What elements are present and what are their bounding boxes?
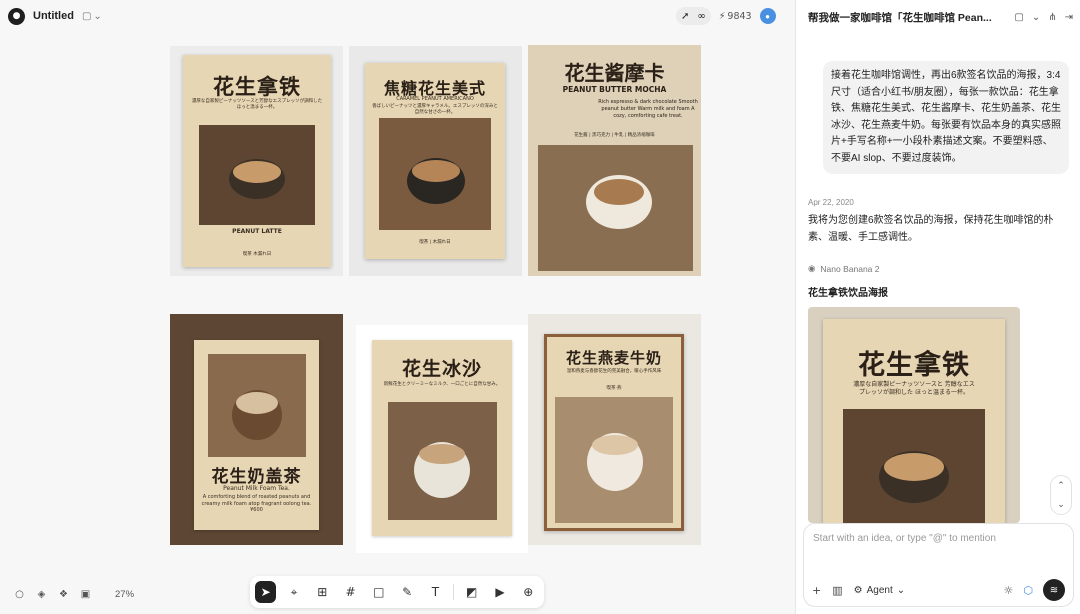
poster-subtitle: CARAMEL PEANUT AMERICANO <box>396 96 474 102</box>
mode-toggle[interactable]: ➚ ∞ <box>676 7 711 25</box>
poster-subtitle: 新鮮花生とクリーミーなミルク、一口ごとに自然な甘み。 <box>383 382 501 387</box>
collapse-panel-icon[interactable]: ⇥ <box>1065 12 1073 23</box>
chevron-up-icon[interactable]: ⌃ <box>1057 481 1065 491</box>
canvas-bottom-left-tools: ○ ◈ ❖ ▣ 27% <box>13 586 134 602</box>
chevron-down-icon[interactable]: ⌄ <box>1057 500 1065 510</box>
poster-title: 花生奶盖茶 <box>211 467 302 487</box>
poster-peanut-butter-mocha[interactable]: 花生酱摩卡 PEANUT BUTTER MOCHA Rich espresso … <box>528 45 701 276</box>
rocket-icon[interactable]: ➚ <box>681 11 689 22</box>
rectangle-icon[interactable]: □ <box>368 581 389 603</box>
toolbar-divider <box>453 584 455 600</box>
poster-peanut-smoothie[interactable]: 花生冰沙 新鮮花生とクリーミーなミルク、一口ごとに自然な甘み。 <box>356 325 528 553</box>
document-title[interactable]: Untitled <box>33 10 74 22</box>
plus-icon[interactable]: + <box>812 584 821 597</box>
message-date: Apr 22, 2020 <box>808 198 854 207</box>
image-upload-icon[interactable]: ⊞ <box>312 581 333 603</box>
document-menu-button[interactable]: ▢ ⌄ <box>82 11 102 22</box>
poster-description: 香ばしいピーナッツと濃厚キャラメル。エスプレッソの深みと自然な甘さの一杯。 <box>372 104 498 115</box>
topbar-right: ➚ ∞ ⚡ 9843 ● <box>676 7 776 25</box>
chat-composer: Start with an idea, or type "@" to menti… <box>803 523 1074 607</box>
poster-subtitle: 濃厚な自家製ピーナッツソースと芳醇なエスプレッソが調和した ほっと温まる一杯。 <box>191 99 323 110</box>
frame-hash-icon[interactable]: # <box>340 581 361 603</box>
voice-send-icon[interactable]: ≋ <box>1043 579 1065 601</box>
poster-footer: 花生酱 | 黑巧克力 | 牛乳 | 精品浓缩咖啡 <box>574 133 655 138</box>
poster-subtitle: Peanut Milk Foam Tea. <box>223 485 290 492</box>
poster-description: Rich espresso & dark chocolate Smooth pe… <box>598 99 698 119</box>
scroll-buttons: ⌃ ⌄ <box>1050 475 1072 515</box>
assets-icon[interactable]: ❖ <box>57 588 70 601</box>
frame-icon[interactable]: ▣ <box>79 588 92 601</box>
user-avatar[interactable]: ● <box>759 8 776 24</box>
poster-photo <box>538 145 693 271</box>
book-icon[interactable]: ▥ <box>832 584 842 597</box>
poster-photo <box>555 397 673 523</box>
pin-icon[interactable]: ⌖ <box>283 581 304 603</box>
document-icon: ▢ <box>81 10 92 22</box>
credits-value: 9843 <box>727 10 752 22</box>
eye-icon: ◉ <box>808 264 816 274</box>
poster-peanut-oat-milk[interactable]: 花生燕麦牛奶 温和燕麦与香醇花生的完美融合，暖心手作风味 喫茶·燕 <box>528 314 701 545</box>
app-logo-icon[interactable]: ● <box>8 7 25 25</box>
result-poster-photo <box>843 409 985 523</box>
poster-footer: 喫茶·燕 <box>606 386 622 391</box>
chevron-down-icon: ⌄ <box>93 10 102 22</box>
zoom-level[interactable]: 27% <box>115 589 134 600</box>
add-frame-icon[interactable]: ⊕ <box>518 581 539 603</box>
select-tool-icon[interactable]: ➤ <box>255 581 277 603</box>
pencil-icon[interactable]: ✎ <box>396 581 417 603</box>
poster-photo <box>388 402 497 520</box>
app-root: ● Untitled ▢ ⌄ ➚ ∞ ⚡ 9843 ● 花生拿铁 濃厚な自家製ピ… <box>0 0 1080 614</box>
poster-photo <box>199 125 315 225</box>
poster-title: 花生冰沙 <box>401 358 482 380</box>
result-poster-title: 花生拿铁 <box>858 350 970 381</box>
poster-photo <box>208 354 306 457</box>
credits-counter[interactable]: ⚡ 9843 <box>719 11 752 22</box>
layers-icon[interactable]: ◈ <box>35 588 48 601</box>
model-name: Nano Banana 2 <box>820 264 880 274</box>
agent-selector[interactable]: ⚙ Agent ⌄ <box>854 585 906 596</box>
agent-label: Agent <box>866 584 893 596</box>
model-tag: ◉ Nano Banana 2 <box>808 264 880 274</box>
chat-header: 帮我做一家咖啡馆「花生咖啡馆 Pean... ▢ ⌄ ⋔ ⇥ <box>808 9 1073 25</box>
poster-footer: 喫茶 木漏れ日 <box>242 252 272 257</box>
user-message: 接着花生咖啡馆调性，再出6款签名饮品的海报，3:4尺寸（适合小红书/朋友圈），每… <box>823 61 1069 174</box>
poster-description: A comforting blend of roasted peanuts an… <box>201 494 312 513</box>
composer-controls: + ▥ ⚙ Agent ⌄ ☼ ⬡ ≋ <box>812 579 1065 601</box>
poster-peanut-latte[interactable]: 花生拿铁 濃厚な自家製ピーナッツソースと芳醇なエスプレッソが調和した ほっと温ま… <box>170 46 343 276</box>
share-icon[interactable]: ⋔ <box>1048 12 1056 23</box>
assistant-message: 我将为您创建6款签名饮品的海报，保持花生咖啡馆的朴素、温暖、手工感调性。 <box>808 215 1054 243</box>
cube-icon[interactable]: ⬡ <box>1023 584 1033 597</box>
infinity-icon[interactable]: ∞ <box>697 11 705 22</box>
composer-right-controls: ☼ ⬡ ≋ <box>1004 579 1065 601</box>
chevron-down-icon: ⌄ <box>896 584 906 596</box>
poster-footer: 喫茶 | 木漏れ日 <box>419 240 451 245</box>
poster-title: 花生酱摩卡 <box>564 61 665 85</box>
poster-title: 花生拿铁 <box>213 74 301 99</box>
agent-icon: ⚙ <box>853 584 863 596</box>
canvas-toolbar: ➤ ⌖ ⊞ # □ ✎ T ◩ ▶ ⊕ <box>250 576 544 608</box>
chat-panel: 帮我做一家咖啡馆「花生咖啡馆 Pean... ▢ ⌄ ⋔ ⇥ 接着花生咖啡馆调性… <box>795 0 1080 614</box>
result-title: 花生拿铁饮品海报 <box>808 288 888 299</box>
video-generate-icon[interactable]: ▶ <box>489 581 510 603</box>
topbar-left: ● Untitled ▢ ⌄ <box>8 6 102 26</box>
poster-english: PEANUT LATTE <box>232 228 282 235</box>
history-icon[interactable]: ▢ <box>1014 12 1023 23</box>
lightning-icon: ⚡ <box>718 10 726 22</box>
lightbulb-icon[interactable]: ☼ <box>1004 584 1014 597</box>
poster-subtitle: 温和燕麦与香醇花生的完美融合，暖心手作风味 <box>566 369 662 374</box>
chevron-down-icon[interactable]: ⌄ <box>1032 12 1040 23</box>
text-icon[interactable]: T <box>425 581 446 603</box>
chat-actions: ▢ ⌄ ⋔ ⇥ <box>1014 12 1073 23</box>
result-poster-subtitle: 濃厚な自家製ピーナッツソースと 芳醇なエスプレッソが調和した ほっと温まる一杯。 <box>853 381 975 396</box>
poster-caramel-peanut-americano[interactable]: 焦糖花生美式 CARAMEL PEANUT AMERICANO 香ばしいピーナッ… <box>349 46 522 276</box>
poster-photo <box>379 118 491 230</box>
result-image[interactable]: 花生拿铁 濃厚な自家製ピーナッツソースと 芳醇なエスプレッソが調和した ほっと温… <box>808 307 1020 523</box>
image-generate-icon[interactable]: ◩ <box>461 581 482 603</box>
circle-icon[interactable]: ○ <box>13 588 26 601</box>
chat-title[interactable]: 帮我做一家咖啡馆「花生咖啡馆 Pean... <box>808 10 993 25</box>
chat-input[interactable]: Start with an idea, or type "@" to menti… <box>813 533 996 544</box>
poster-subtitle: PEANUT BUTTER MOCHA <box>562 85 667 94</box>
poster-peanut-milk-foam-tea[interactable]: 花生奶盖茶 Peanut Milk Foam Tea. A comforting… <box>170 314 343 545</box>
poster-title: 花生燕麦牛奶 <box>565 349 662 367</box>
